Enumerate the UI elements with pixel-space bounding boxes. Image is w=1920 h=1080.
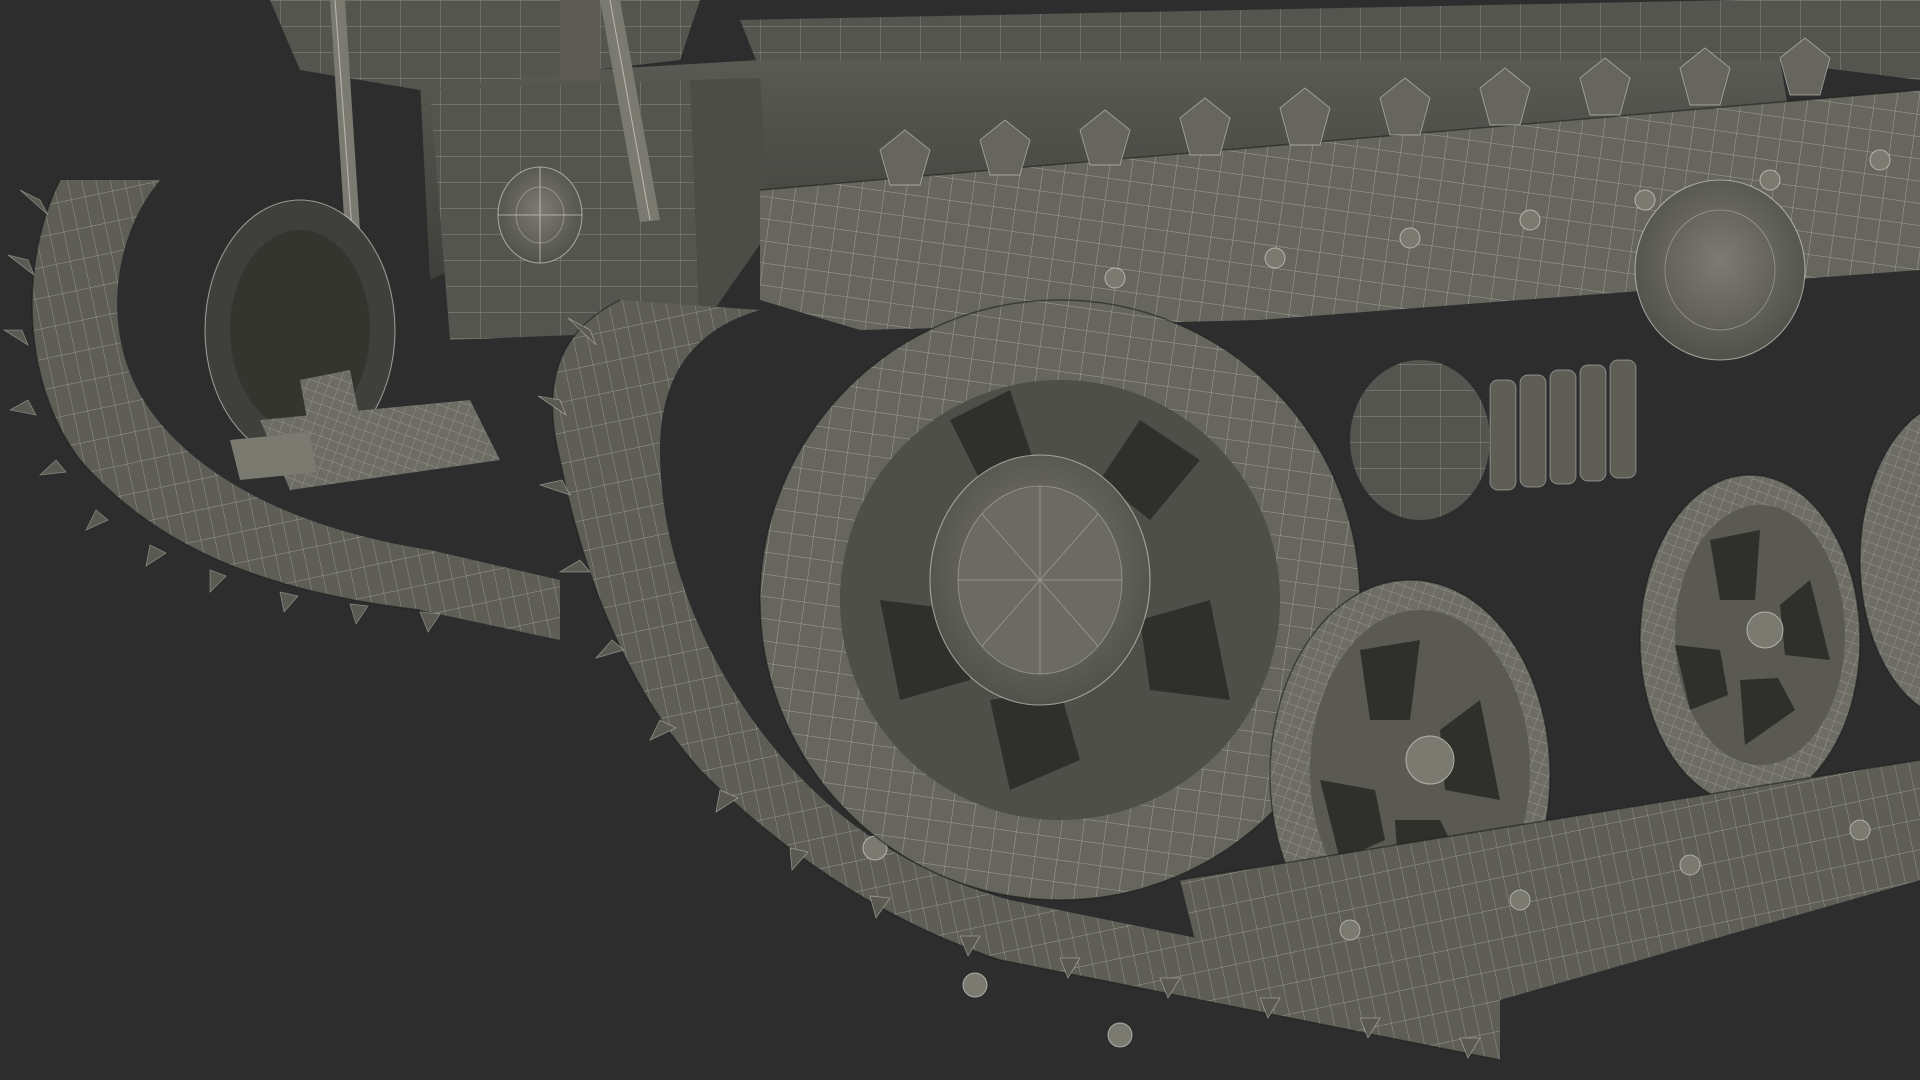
front-sprocket-wheel [759, 299, 1361, 901]
tractor-track-wireframe-render [0, 0, 1920, 1080]
road-wheel-2 [1639, 474, 1861, 806]
